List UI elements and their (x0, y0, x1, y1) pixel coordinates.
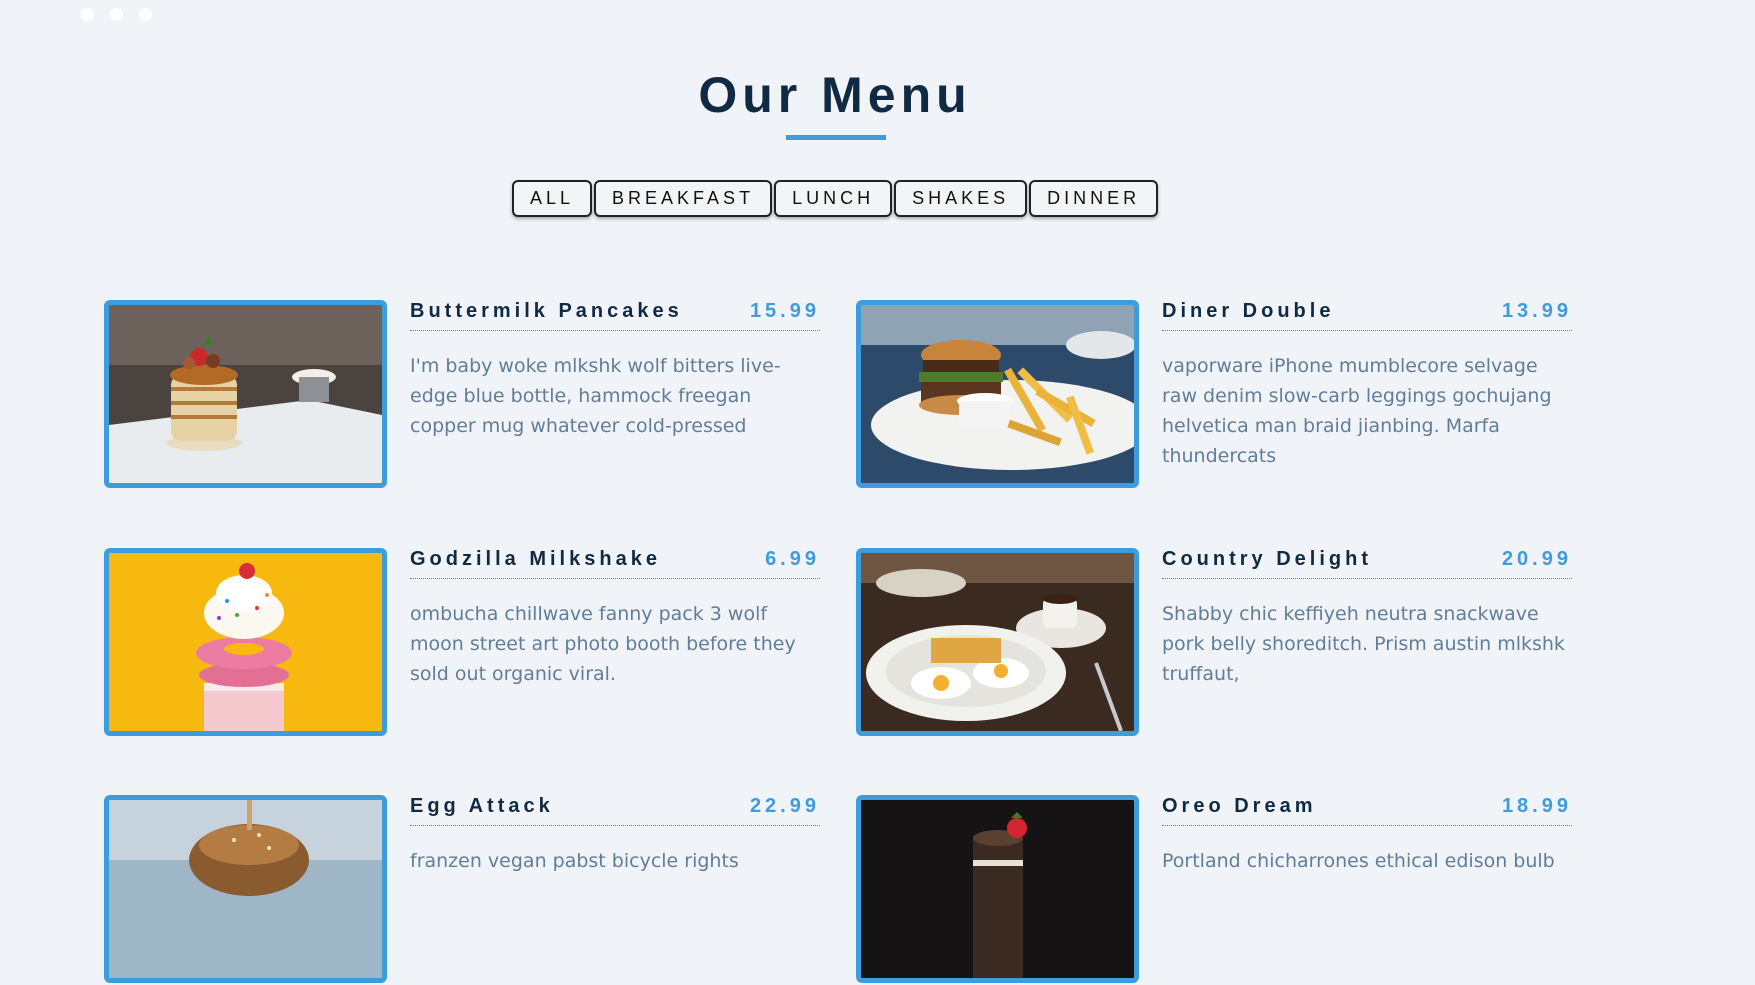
item-header: Country Delight 20.99 (1162, 548, 1572, 579)
item-photo (104, 795, 387, 983)
filter-lunch-button[interactable]: LUNCH (774, 180, 893, 217)
item-name: Egg Attack (410, 795, 554, 817)
item-header: Buttermilk Pancakes 15.99 (410, 300, 820, 331)
item-photo (856, 300, 1139, 488)
item-description: Portland chicharrones ethical edison bul… (1162, 850, 1555, 872)
menu-item: Country Delight 20.99 Shabby chic keffiy… (856, 548, 1591, 738)
menu-item: Buttermilk Pancakes 15.99 I'm baby woke … (104, 300, 839, 490)
item-photo (104, 300, 387, 488)
item-description: Shabby chic keffiyeh neutra snackwave po… (1162, 603, 1565, 685)
item-description: I'm baby woke mlkshk wolf bitters live-e… (410, 355, 781, 437)
menu-item: Godzilla Milkshake 6.99 ombucha chillwav… (104, 548, 839, 738)
item-price: 15.99 (749, 300, 820, 322)
item-photo (104, 548, 387, 736)
item-price: 13.99 (1501, 300, 1572, 322)
filter-dinner-button[interactable]: DINNER (1029, 180, 1159, 217)
item-description: vaporware iPhone mumblecore selvage raw … (1162, 355, 1552, 467)
item-name: Oreo Dream (1162, 795, 1317, 817)
item-price: 6.99 (765, 548, 820, 570)
window-dot (110, 8, 123, 21)
item-price: 22.99 (749, 795, 820, 817)
filter-bar: ALL BREAKFAST LUNCH SHAKES DINNER (512, 180, 1159, 217)
title-underline (786, 135, 886, 140)
window-dots (81, 8, 152, 21)
window-dot (81, 8, 94, 21)
item-header: Godzilla Milkshake 6.99 (410, 548, 820, 579)
window-dot (139, 8, 152, 21)
item-name: Buttermilk Pancakes (410, 300, 683, 322)
item-description: ombucha chillwave fanny pack 3 wolf moon… (410, 603, 796, 685)
item-header: Diner Double 13.99 (1162, 300, 1572, 331)
item-name: Diner Double (1162, 300, 1335, 322)
item-photo (856, 795, 1139, 983)
item-price: 18.99 (1501, 795, 1572, 817)
item-name: Godzilla Milkshake (410, 548, 661, 570)
item-name: Country Delight (1162, 548, 1372, 570)
menu-item: Diner Double 13.99 vaporware iPhone mumb… (856, 300, 1591, 490)
item-description: franzen vegan pabst bicycle rights (410, 850, 739, 872)
item-price: 20.99 (1501, 548, 1572, 570)
menu-item: Oreo Dream 18.99 Portland chicharrones e… (856, 795, 1591, 985)
page-title: Our Menu (698, 67, 972, 123)
item-header: Oreo Dream 18.99 (1162, 795, 1572, 826)
filter-breakfast-button[interactable]: BREAKFAST (594, 180, 773, 217)
item-header: Egg Attack 22.99 (410, 795, 820, 826)
filter-all-button[interactable]: ALL (512, 180, 593, 217)
item-photo (856, 548, 1139, 736)
filter-shakes-button[interactable]: SHAKES (894, 180, 1028, 217)
menu-item: Egg Attack 22.99 franzen vegan pabst bic… (104, 795, 839, 985)
